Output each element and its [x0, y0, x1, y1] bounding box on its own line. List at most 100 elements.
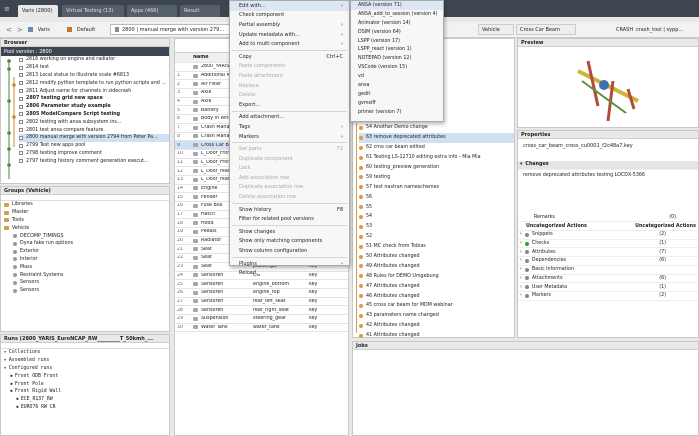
- nav-default-label[interactable]: Default: [77, 27, 95, 33]
- expand-icon[interactable]: ▸: [4, 366, 7, 371]
- group-item[interactable]: DECOMP_TIMINGS: [1, 232, 169, 240]
- property-section[interactable]: › Checks (1): [518, 240, 698, 249]
- context-menu-item[interactable]: Tags ›: [230, 122, 349, 132]
- expand-icon[interactable]: ▪: [10, 374, 13, 379]
- commit-row[interactable]: 2812 modify python template to run pytho…: [19, 79, 169, 87]
- history-item[interactable]: 49 Attributes changed: [359, 261, 514, 271]
- expand-icon[interactable]: ▪: [10, 382, 13, 387]
- context-menu-item[interactable]: Add attachment...: [230, 113, 349, 123]
- commit-row[interactable]: 2799 Test new apps pool: [19, 142, 169, 150]
- history-item[interactable]: 56: [359, 192, 514, 202]
- commit-row[interactable]: 2807 testing grid new space: [19, 95, 169, 103]
- remarks-row[interactable]: Remarks (0): [518, 214, 698, 223]
- history-item[interactable]: 61 Testing LS-12710 editing extra info -…: [359, 153, 514, 163]
- property-section[interactable]: › Markers (2): [518, 292, 698, 301]
- context-menu-item[interactable]: Reload: [230, 268, 349, 278]
- run-item[interactable]: ▸ Collections: [1, 349, 169, 357]
- group-item[interactable]: Sensors: [1, 279, 169, 287]
- tab-vehicle[interactable]: Vehicle: [478, 24, 514, 35]
- run-item[interactable]: ▪ Front Pole: [1, 380, 169, 388]
- expand-icon[interactable]: ▪: [16, 405, 19, 410]
- history-item[interactable]: 53: [359, 222, 514, 232]
- property-section[interactable]: › Dependencies (6): [518, 257, 698, 266]
- submenu-item[interactable]: LSPP (version 17): [351, 37, 443, 46]
- context-menu-item[interactable]: Update metadata with... ›: [230, 30, 349, 40]
- commit-row[interactable]: 2800 manual merge with version 2794 from…: [19, 133, 169, 142]
- history-item[interactable]: 57 test nastran nameschemes: [359, 182, 514, 192]
- submenu-item[interactable]: ANSA (version 71): [351, 1, 443, 10]
- table-row[interactable]: 28 Sensoren rear_right_seat key: [175, 306, 348, 315]
- expand-icon[interactable]: ▪: [16, 397, 19, 402]
- commit-row[interactable]: 2798 testing improve comment: [19, 150, 169, 158]
- table-row[interactable]: 25 Sensoren engine_bottom key: [175, 280, 348, 289]
- submenu-item[interactable]: LSPP_react (version 1): [351, 45, 443, 54]
- property-section[interactable]: › Attachments (6): [518, 275, 698, 284]
- property-section[interactable]: › Attributes (7): [518, 248, 698, 258]
- context-menu-item[interactable]: Show history F8: [230, 205, 349, 215]
- history-item[interactable]: 50 Attributes changed: [359, 252, 514, 262]
- menu-icon[interactable]: ≡: [4, 5, 13, 13]
- history-item[interactable]: 54: [359, 212, 514, 222]
- context-menu-item[interactable]: Export...: [230, 100, 349, 110]
- expand-icon[interactable]: ▪: [10, 389, 13, 394]
- context-menu-item[interactable]: Add to multi component ›: [230, 39, 349, 49]
- back-button[interactable]: <: [6, 26, 12, 34]
- submenu-item[interactable]: gvmsiff: [351, 99, 443, 108]
- changes-section[interactable]: ▾ Changes: [518, 161, 698, 170]
- history-item[interactable]: 54 Another Demo change: [359, 123, 514, 133]
- submenu-item[interactable]: primer (version 7): [351, 108, 443, 117]
- submenu-item[interactable]: ansa: [351, 81, 443, 90]
- commit-row[interactable]: 2797 testing history comment generation …: [19, 157, 169, 165]
- submenu-item[interactable]: Animator (version 14): [351, 19, 443, 28]
- history-item[interactable]: 51 MC check from Tobias: [359, 242, 514, 252]
- context-menu-item[interactable]: Filter for related pool versions: [230, 214, 349, 224]
- commit-row[interactable]: 2816 working on engine and radiator: [19, 56, 169, 64]
- group-item[interactable]: Exterior: [1, 248, 169, 256]
- group-item[interactable]: Vehicle: [1, 224, 169, 232]
- submenu-item[interactable]: VSCode (version 15): [351, 63, 443, 72]
- tab-cross-car-beam[interactable]: Cross Car Beam: [516, 24, 576, 35]
- commit-row[interactable]: 2801 test ansa compare feature: [19, 126, 169, 134]
- context-menu-item[interactable]: Plugins ›: [230, 259, 349, 269]
- commit-row[interactable]: 2814 test: [19, 64, 169, 72]
- commit-row[interactable]: 2813 Local status to illustrate scale #6…: [19, 72, 169, 80]
- group-item[interactable]: Tools: [1, 217, 169, 225]
- group-item[interactable]: Restraint Systems: [1, 271, 169, 279]
- property-section[interactable]: › User Metadata (1): [518, 283, 698, 292]
- group-item[interactable]: Mass: [1, 263, 169, 271]
- context-menu-item[interactable]: Markers ›: [230, 132, 349, 142]
- history-item[interactable]: 47 Attributes changed: [359, 281, 514, 291]
- group-item[interactable]: Master: [1, 209, 169, 217]
- commit-row[interactable]: 2806 Parameter study example: [19, 103, 169, 111]
- commit-row[interactable]: 2811 Adjust name for channels in sidecra…: [19, 87, 169, 95]
- run-item[interactable]: ▪ EURO76 RW CR: [1, 404, 169, 412]
- group-item[interactable]: Sensors: [1, 287, 169, 295]
- group-item[interactable]: Libraries: [1, 201, 169, 209]
- context-menu-item[interactable]: Partial assembly ›: [230, 20, 349, 30]
- history-item[interactable]: 43 parameters name changed: [359, 311, 514, 321]
- history-item[interactable]: 55: [359, 202, 514, 212]
- tab-virtual-testing[interactable]: Virtual Testing (13): [62, 5, 124, 17]
- history-item[interactable]: 52: [359, 232, 514, 242]
- history-item[interactable]: 60 testing_preview generation: [359, 163, 514, 173]
- table-row[interactable]: 29 Suspension steering_gear key: [175, 315, 348, 324]
- table-row[interactable]: 26 Sensoren engine_top key: [175, 289, 348, 298]
- nav-varis-label[interactable]: Varis: [38, 27, 50, 33]
- context-menu-item[interactable]: Show column configuration: [230, 246, 349, 256]
- table-row[interactable]: 30 Water Tank water_tank key: [175, 324, 348, 333]
- context-menu-item[interactable]: Show only matching components: [230, 237, 349, 247]
- run-item[interactable]: ▪ Front ODB Front: [1, 372, 169, 380]
- context-menu-item[interactable]: Copy Ctrl+C: [230, 52, 349, 62]
- commit-row[interactable]: 2805 ModelCompare Script testing: [19, 111, 169, 119]
- context-menu-item[interactable]: Check component: [230, 11, 349, 21]
- history-item[interactable]: 62 cmo car beam edited: [359, 143, 514, 153]
- run-item[interactable]: ▪ Front Rigid Wall: [1, 388, 169, 396]
- run-item[interactable]: ▸ Configured runs: [1, 365, 169, 373]
- property-section[interactable]: › Basic Information: [518, 266, 698, 275]
- group-item[interactable]: Dyna fake run options: [1, 240, 169, 248]
- context-menu-item[interactable]: Edit with... ›: [230, 1, 349, 11]
- submenu-item[interactable]: NOTEPAD (version 12): [351, 54, 443, 63]
- history-item[interactable]: 46 Attributes changed: [359, 291, 514, 301]
- center-tab[interactable]: 2800 | manual merge with version 279...: [110, 24, 230, 35]
- history-item[interactable]: 59 testing: [359, 172, 514, 182]
